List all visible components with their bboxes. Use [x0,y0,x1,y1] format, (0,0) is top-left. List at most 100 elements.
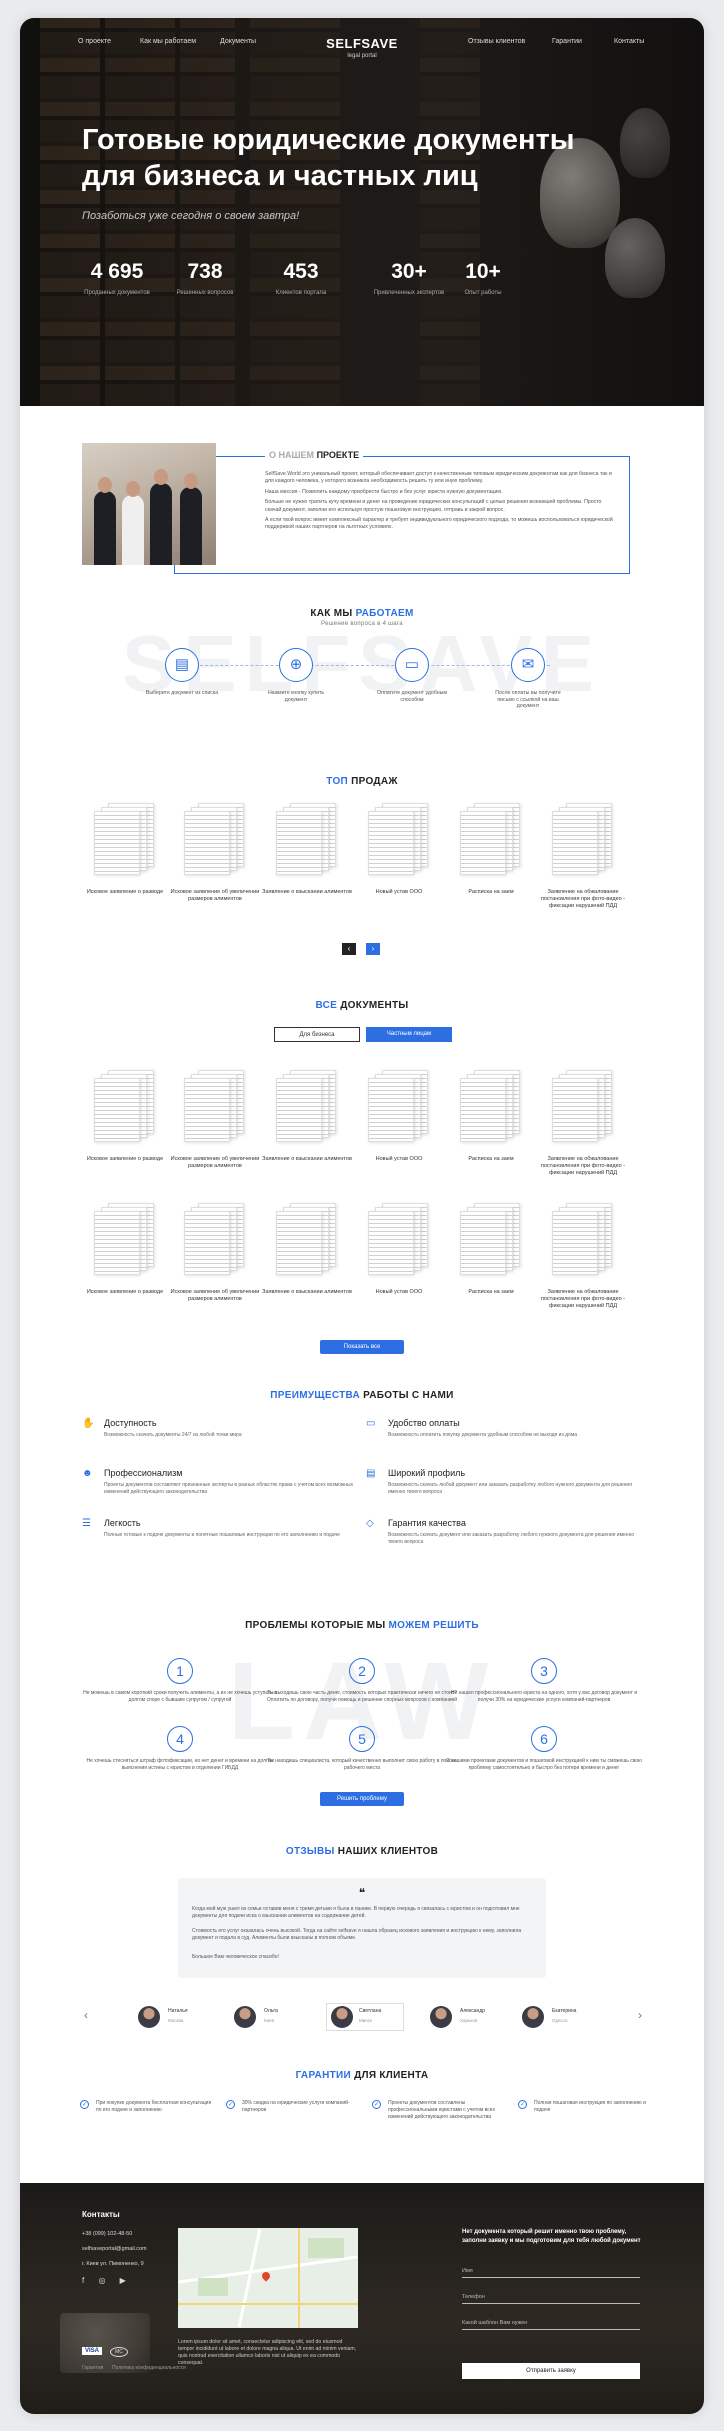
all-doc-title[interactable]: Новый устав ООО [354,1156,444,1163]
all-doc-title[interactable]: Заявление на обжалование постановления п… [538,1289,628,1310]
hero-tagline: Позаботься уже сегодня о своем завтра! [82,210,300,222]
thumb-icon: ✋ [82,1418,95,1429]
all-doc-title[interactable]: Исковое заявление об увеличении размеров… [170,1156,260,1170]
check-icon: ✓ [372,2100,381,2109]
all-doc-title[interactable]: Заявление о взыскании алиментов [262,1156,352,1163]
avatar [138,2006,160,2028]
all-doc-thumb[interactable] [460,1070,522,1148]
solve-problem-button[interactable]: Решить проблему [320,1792,404,1806]
nav-about[interactable]: О проекте [78,38,111,45]
all-doc-thumb[interactable] [94,1070,156,1148]
logo[interactable]: SELFSAVE legal portal [312,36,412,59]
top-doc-title[interactable]: Заявление о взыскании алиментов [262,889,352,896]
address: г. Киев ул. Пимоненко, 9 [82,2261,144,2267]
all-doc-thumb[interactable] [276,1070,338,1148]
page: О проекте Как мы работаем Документы Отзы… [20,18,704,2414]
contacts-title: Контакты [82,2210,120,2219]
nav-guarantees[interactable]: Гарантии [552,38,582,45]
problem-5: 5 Ты находишь специалиста, который качест… [262,1726,462,1771]
all-doc-thumb[interactable] [276,1203,338,1281]
about-text: SelfSave.World это уникальный проект, ко… [265,471,613,531]
map-pin-icon [260,2270,272,2282]
phone-link[interactable]: +38 (099) 102-48-50 [82,2231,132,2237]
all-doc-thumb[interactable] [94,1203,156,1281]
card-icon: ▭ [366,1418,376,1429]
adv-title: ПРЕИМУЩЕСТВА РАБОТЫ С НАМИ [270,1390,454,1401]
stat-docs: 4 695 Проданных документов [84,260,150,296]
nav-reviews[interactable]: Отзывы клиентов [468,38,525,45]
all-doc-title[interactable]: Исковое заявление о разводе [80,1156,170,1163]
submit-request-button[interactable]: Отправить заявку [462,2363,640,2379]
reviews-next-button[interactable]: › [638,2008,642,2022]
all-doc-thumb[interactable] [552,1203,614,1281]
nav-how[interactable]: Как мы работаем [140,38,196,45]
all-doc-thumb[interactable] [184,1070,246,1148]
all-doc-thumb[interactable] [460,1203,522,1281]
mastercard-icon: MC [110,2347,128,2357]
all-title: ВСЕ ДОКУМЕНТЫ [315,1000,409,1011]
people-icon: ☻ [82,1468,93,1479]
problem-1: 1 Не можешь в самом короткий сроки получи… [80,1658,280,1703]
all-doc-title[interactable]: Исковое заявление об увеличении размеров… [170,1289,260,1303]
top-doc-thumb[interactable] [276,803,338,881]
problems-title: ПРОБЛЕМЫ КОТОРЫЕ МЫ МОЖЕМ РЕШИТЬ [245,1620,479,1631]
map[interactable] [178,2228,358,2328]
top-doc-title[interactable]: Новый устав ООО [354,889,444,896]
document-icon: ▤ [165,648,199,682]
review-card: ❝ Когда мой муж ушел из семьи оставив ме… [178,1878,546,1978]
top-doc-title[interactable]: Исковое заявление об увеличении размеров… [170,889,260,903]
visa-icon: VISA [82,2347,103,2355]
top-doc-title[interactable]: Расписка на заем [446,889,536,896]
email-link[interactable]: selfsaveportal@gmail.com [82,2246,147,2252]
all-doc-thumb[interactable] [368,1203,430,1281]
all-doc-thumb[interactable] [552,1070,614,1148]
phone-field[interactable]: Телефон [462,2294,640,2304]
all-doc-title[interactable]: Заявление о взыскании алиментов [262,1289,352,1296]
all-doc-title[interactable]: Расписка на заем [446,1289,536,1296]
avatar [522,2006,544,2028]
footer-link-guarantee[interactable]: Гарантия [82,2365,103,2371]
diamond-icon: ◇ [366,1518,374,1529]
top-doc-thumb[interactable] [368,803,430,881]
guarantees-title: ГАРАНТИИ ДЛЯ КЛИЕНТА [295,2070,429,2081]
step-3: ▭ Оплатите документ удобным способом [372,648,452,703]
all-doc-thumb[interactable] [184,1203,246,1281]
problem-6: 6С нашими проектами документов и пошагов… [444,1726,644,1771]
all-doc-title[interactable]: Новый устав ООО [354,1289,444,1296]
reviewer-3[interactable]: Светлана Минск [326,2003,404,2031]
name-field[interactable]: Имя [462,2268,640,2278]
footer-about-text: Lorem ipsum dolor sit amet, consectetur … [178,2339,357,2366]
reviews-prev-button[interactable]: ‹ [84,2008,88,2022]
footer-link-privacy[interactable]: Политика конфиденциальности [112,2365,186,2371]
document-icon: ▤ [366,1468,376,1479]
tab-private[interactable]: Частным лицам [366,1027,452,1042]
top-doc-title[interactable]: Заявление на обжалование постановления п… [538,889,628,910]
all-doc-title[interactable]: Расписка на заем [446,1156,536,1163]
step-2: ⊕ Нажмите кнопку купить документ [256,648,336,703]
top-doc-thumb[interactable] [460,803,522,881]
problem-4: 4 Не хочешь стесняться штраф фотофиксации… [80,1726,280,1771]
reviews-title: ОТЗЫВЫ НАШИХ КЛИЕНТОВ [285,1846,439,1857]
tab-business[interactable]: Для бизнеса [274,1027,360,1042]
show-all-button[interactable]: Показать все [320,1340,404,1354]
how-title: КАК МЫ РАБОТАЕМ [310,608,414,619]
nav-contacts[interactable]: Контакты [614,38,644,45]
template-field[interactable]: Какой шаблон Вам нужен [462,2320,640,2330]
hero-section: О проекте Как мы работаем Документы Отзы… [20,18,704,406]
nav-docs[interactable]: Документы [220,38,256,45]
all-doc-title[interactable]: Исковое заявление о разводе [80,1289,170,1296]
list-icon: ☰ [82,1518,91,1529]
top-prev-button[interactable]: ‹ [342,943,356,955]
top-doc-title[interactable]: Исковое заявление о разводе [80,889,170,896]
all-doc-thumb[interactable] [368,1070,430,1148]
all-doc-title[interactable]: Заявление на обжалование постановления п… [538,1156,628,1177]
top-doc-thumb[interactable] [94,803,156,881]
check-icon: ✓ [518,2100,527,2109]
top-doc-thumb[interactable] [552,803,614,881]
top-doc-thumb[interactable] [184,803,246,881]
card-icon: ▭ [395,648,429,682]
hero-title: Готовые юридические документы для бизнес… [82,124,575,192]
social-icons[interactable]: f ◎ ▶ [82,2276,132,2285]
mail-icon: ✉ [511,648,545,682]
top-next-button[interactable]: › [366,943,380,955]
